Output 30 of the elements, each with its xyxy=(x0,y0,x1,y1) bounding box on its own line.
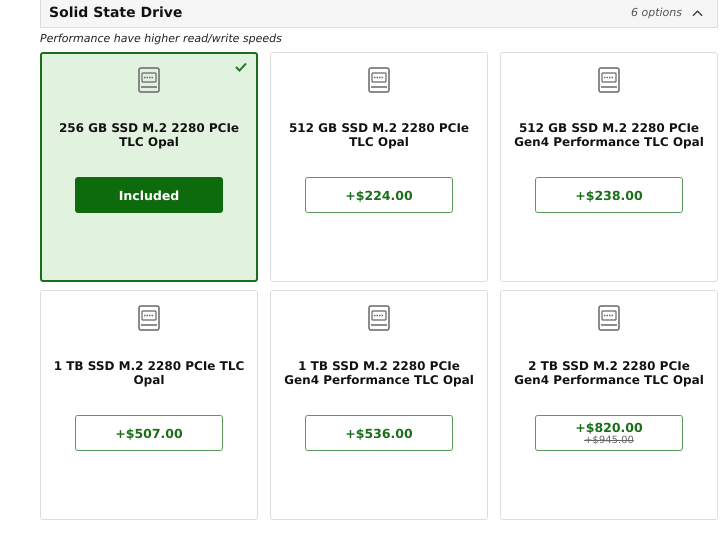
collapse-icon[interactable] xyxy=(692,8,703,16)
option-card[interactable]: 2 TB SSD M.2 2280 PCIe Gen4 Performance TLC Opal +$820.00 +$945.00 xyxy=(500,290,718,520)
price-button[interactable]: +$224.00 xyxy=(305,177,453,213)
section-header[interactable]: Solid State Drive 6 options xyxy=(40,0,718,28)
section-title: Solid State Drive xyxy=(49,4,184,20)
drive-icon xyxy=(138,305,160,331)
option-name: 2 TB SSD M.2 2280 PCIe Gen4 Performance TLC Opal xyxy=(513,359,705,389)
price-button[interactable]: +$238.00 xyxy=(535,177,683,213)
included-button[interactable]: Included xyxy=(75,177,223,213)
option-card[interactable]: 256 GB SSD M.2 2280 PCIe TLC Opal Included xyxy=(40,52,258,282)
option-name: 512 GB SSD M.2 2280 PCIe Gen4 Performance TLC Opal xyxy=(513,121,705,151)
drive-icon xyxy=(598,67,620,93)
drive-icon xyxy=(368,305,390,331)
option-card[interactable]: 512 GB SSD M.2 2280 PCIe TLC Opal +$224.00 xyxy=(270,52,488,282)
option-card[interactable]: 1 TB SSD M.2 2280 PCIe Gen4 Performance TLC Opal +$536.00 xyxy=(270,290,488,520)
option-name: 1 TB SSD M.2 2280 PCIe Gen4 Performance TLC Opal xyxy=(283,359,475,389)
price-button[interactable]: +$820.00 +$945.00 xyxy=(535,415,683,451)
section-note: Performance have higher read/write speeds xyxy=(40,31,283,47)
option-count: 6 options xyxy=(630,6,682,19)
price-button[interactable]: +$536.00 xyxy=(305,415,453,451)
price-button[interactable]: +$507.00 xyxy=(75,415,223,451)
option-card[interactable]: 512 GB SSD M.2 2280 PCIe Gen4 Performance TLC Opal +$238.00 xyxy=(500,52,718,282)
checkmark-icon xyxy=(235,62,247,72)
option-card[interactable]: 1 TB SSD M.2 2280 PCIe TLC Opal +$507.00 xyxy=(40,290,258,520)
drive-icon xyxy=(138,67,160,93)
option-name: 256 GB SSD M.2 2280 PCIe TLC Opal xyxy=(58,121,240,151)
option-name: 512 GB SSD M.2 2280 PCIe TLC Opal xyxy=(288,121,470,151)
drive-icon xyxy=(598,305,620,331)
option-name: 1 TB SSD M.2 2280 PCIe TLC Opal xyxy=(52,359,246,389)
drive-icon xyxy=(368,67,390,93)
